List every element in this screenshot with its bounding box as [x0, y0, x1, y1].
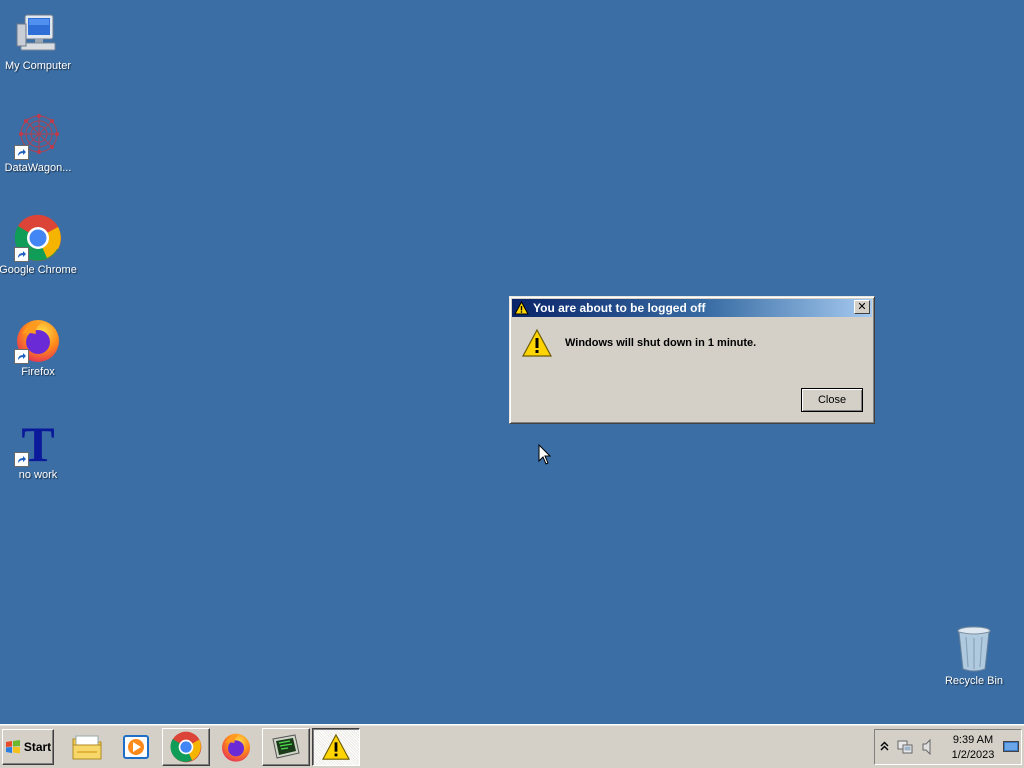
dialog-close-x-button[interactable]: ✕	[854, 300, 870, 314]
warning-icon	[521, 328, 553, 360]
dialog-body: Windows will shut down in 1 minute. Clos…	[512, 317, 872, 417]
taskbar-app-file-explorer[interactable]	[63, 728, 111, 766]
chevron-up-icon[interactable]	[880, 740, 889, 755]
desktop-icon-google-chrome[interactable]: Google Chrome	[0, 214, 77, 276]
firefox-icon	[14, 316, 62, 364]
desktop-icon-my-computer[interactable]: My Computer	[0, 10, 76, 72]
shortcut-arrow-icon	[14, 145, 29, 160]
start-label: Start	[23, 740, 52, 754]
clock-date: 1/2/2023	[951, 749, 995, 761]
mouse-cursor-icon	[538, 443, 552, 466]
computer-icon	[14, 10, 62, 58]
show-desktop-icon[interactable]	[1003, 741, 1019, 756]
clock-time: 9:39 AM	[952, 734, 994, 746]
desktop-icon-label: My Computer	[4, 60, 72, 72]
dialog-message: Windows will shut down in 1 minute.	[565, 337, 757, 349]
desktop-icon-label: no work	[18, 469, 58, 481]
desktop-icon-firefox[interactable]: Firefox	[0, 316, 76, 378]
taskbar-app-terminal[interactable]	[262, 728, 310, 766]
desktop-icon-label: Firefox	[21, 366, 55, 378]
close-button[interactable]: Close	[801, 388, 863, 412]
warning-icon	[514, 300, 530, 316]
chrome-icon	[14, 214, 62, 262]
warning-icon	[321, 733, 351, 760]
chrome-icon	[170, 731, 202, 763]
network-icon[interactable]	[897, 739, 914, 758]
dialog-titlebar[interactable]: You are about to be logged off ✕	[512, 299, 872, 317]
taskbar-app-firefox[interactable]	[212, 728, 260, 766]
terminal-icon	[272, 734, 300, 759]
desktop-icon-no-work[interactable]: T no work	[0, 419, 76, 481]
recycle-bin-icon	[950, 625, 998, 673]
datawagon-icon	[14, 112, 62, 160]
text-t-icon: T	[14, 419, 62, 467]
logoff-dialog: You are about to be logged off ✕ Windows…	[509, 296, 875, 424]
folder-icon	[72, 735, 102, 760]
start-button[interactable]: Start	[2, 729, 54, 765]
desktop-icon-datawagon[interactable]: DataWagon...	[0, 112, 76, 174]
firefox-icon	[222, 733, 250, 762]
shortcut-arrow-icon	[14, 247, 29, 262]
taskbar-app-chrome[interactable]	[162, 728, 210, 766]
dialog-title: You are about to be logged off	[533, 301, 706, 315]
taskbar: Start 9:39 AM 1/2/2023	[0, 724, 1024, 768]
media-player-icon	[123, 735, 149, 759]
taskbar-app-warning-window[interactable]	[312, 728, 360, 766]
system-tray: 9:39 AM 1/2/2023	[874, 729, 1022, 765]
shortcut-arrow-icon	[14, 349, 29, 364]
desktop-icon-label: Recycle Bin	[944, 675, 1004, 687]
desktop-icon-label: Google Chrome	[0, 264, 77, 276]
shortcut-arrow-icon	[14, 452, 29, 467]
desktop-icon-recycle-bin[interactable]: Recycle Bin	[936, 625, 1012, 687]
taskbar-app-media-player[interactable]	[112, 728, 160, 766]
windows-flag-icon	[5, 740, 20, 754]
desktop-icon-label: DataWagon...	[4, 162, 72, 174]
volume-icon[interactable]	[922, 738, 934, 758]
tray-clock[interactable]: 9:39 AM 1/2/2023	[943, 733, 1003, 763]
